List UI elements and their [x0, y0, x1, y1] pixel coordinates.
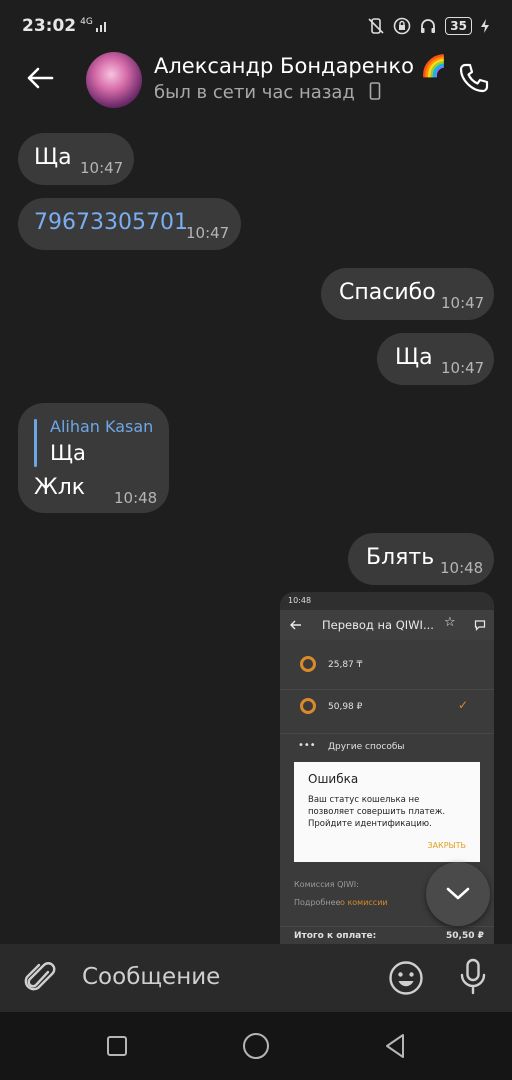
- reply-quote-bar: [34, 419, 37, 467]
- lock-icon: [393, 17, 411, 35]
- commission-link: о комиссии: [340, 898, 388, 907]
- microphone-icon[interactable]: [458, 958, 488, 996]
- status-time: 23:02: [22, 16, 77, 36]
- message-bubble-incoming[interactable]: Ща 10:47: [18, 133, 134, 185]
- reply-author[interactable]: Alihan Kasan: [50, 417, 153, 436]
- reply-text: Ща: [50, 441, 86, 465]
- message-time: 10:47: [80, 159, 124, 177]
- message-text: Спасибо: [339, 280, 436, 305]
- signal-icon: [95, 22, 106, 32]
- checkmark-icon: ✓: [458, 698, 469, 712]
- dialog-title: Ошибка: [308, 772, 359, 786]
- message-bubble-reply[interactable]: Alihan Kasan Ща Жлк 10:48: [18, 403, 169, 513]
- headphones-icon: [421, 19, 436, 33]
- image-row-text: Другие способы: [328, 742, 405, 752]
- dialog-message: Ваш статус кошелька не позволяет соверши…: [308, 795, 446, 829]
- charging-icon: [481, 19, 489, 33]
- message-bubble-outgoing[interactable]: Блять 10:48: [348, 533, 494, 585]
- error-dialog: Ошибка Ваш статус кошелька не позволяет …: [294, 762, 480, 862]
- chevron-down-icon: [446, 887, 470, 900]
- message-input-bar: Сообщение: [0, 944, 512, 1012]
- image-status-bar: 10:48: [280, 592, 494, 610]
- message-time: 10:47: [186, 224, 230, 242]
- phone-number-link[interactable]: 79673305701: [34, 210, 188, 235]
- back-nav-icon[interactable]: [384, 1033, 406, 1059]
- image-row: 25,87 ₸: [280, 646, 494, 690]
- total-label: Итого к оплате:: [294, 931, 377, 941]
- chat-icon: [474, 620, 486, 631]
- image-row-text: 25,87 ₸: [328, 660, 363, 670]
- chat-header: Александр Бондаренко 🌈 был в сети час на…: [0, 52, 512, 108]
- image-row: ••• Другие способы: [280, 734, 494, 764]
- message-text: Жлк: [34, 475, 86, 500]
- vibrate-icon: [368, 18, 384, 34]
- status-bar: 23:02 4G 35: [0, 0, 512, 52]
- phone-icon: [459, 63, 489, 93]
- arrow-left-icon: [27, 67, 54, 89]
- image-title-bar: Перевод на QIWI... ☆: [280, 610, 494, 640]
- home-icon[interactable]: [242, 1032, 270, 1060]
- smiley-icon[interactable]: [388, 960, 424, 996]
- contact-name[interactable]: Александр Бондаренко 🌈: [154, 54, 447, 79]
- system-navigation-bar: [0, 1012, 512, 1080]
- qiwi-icon: [300, 698, 316, 714]
- message-text: Блять: [366, 545, 435, 570]
- message-bubble-outgoing[interactable]: Спасибо 10:47: [321, 268, 494, 320]
- image-status-time: 10:48: [288, 596, 312, 605]
- recent-apps-icon[interactable]: [106, 1035, 128, 1057]
- message-time: 10:47: [441, 359, 485, 377]
- message-time: 10:48: [440, 559, 484, 577]
- message-bubble-incoming[interactable]: 79673305701 10:47: [18, 198, 241, 250]
- network-indicator: 4G: [80, 17, 93, 27]
- battery-level: 35: [445, 17, 472, 35]
- message-text: Ща: [34, 145, 72, 170]
- dialog-close-button: ЗАКРЫТЬ: [427, 841, 466, 850]
- image-row-text: 50,98 ₽: [328, 702, 363, 712]
- message-input[interactable]: Сообщение: [82, 964, 220, 990]
- arrow-left-icon: [290, 620, 301, 630]
- message-time: 10:48: [114, 489, 158, 507]
- commission-label: Комиссия QIWI:: [294, 880, 359, 889]
- image-row: 50,98 ₽ ✓: [280, 690, 494, 734]
- more-label: Подробнее: [294, 898, 341, 907]
- message-bubble-outgoing[interactable]: Ща 10:47: [377, 333, 494, 385]
- call-button[interactable]: [456, 60, 492, 96]
- message-text: Ща: [395, 345, 433, 370]
- back-button[interactable]: [20, 58, 60, 98]
- more-dots-icon: •••: [298, 740, 316, 751]
- paperclip-icon[interactable]: [22, 958, 58, 998]
- image-row: Итого к оплате: 50,50 ₽: [280, 926, 494, 944]
- last-seen-text: был в сети час назад: [154, 82, 355, 103]
- avatar[interactable]: [86, 52, 142, 108]
- contact-status: был в сети час назад: [154, 82, 381, 103]
- scroll-down-button[interactable]: [426, 862, 490, 926]
- qiwi-icon: [300, 656, 316, 672]
- image-title: Перевод на QIWI...: [322, 618, 434, 632]
- message-time: 10:47: [441, 294, 485, 312]
- mobile-device-icon: [369, 82, 380, 100]
- star-icon: ☆: [444, 615, 456, 630]
- total-value: 50,50 ₽: [446, 931, 484, 941]
